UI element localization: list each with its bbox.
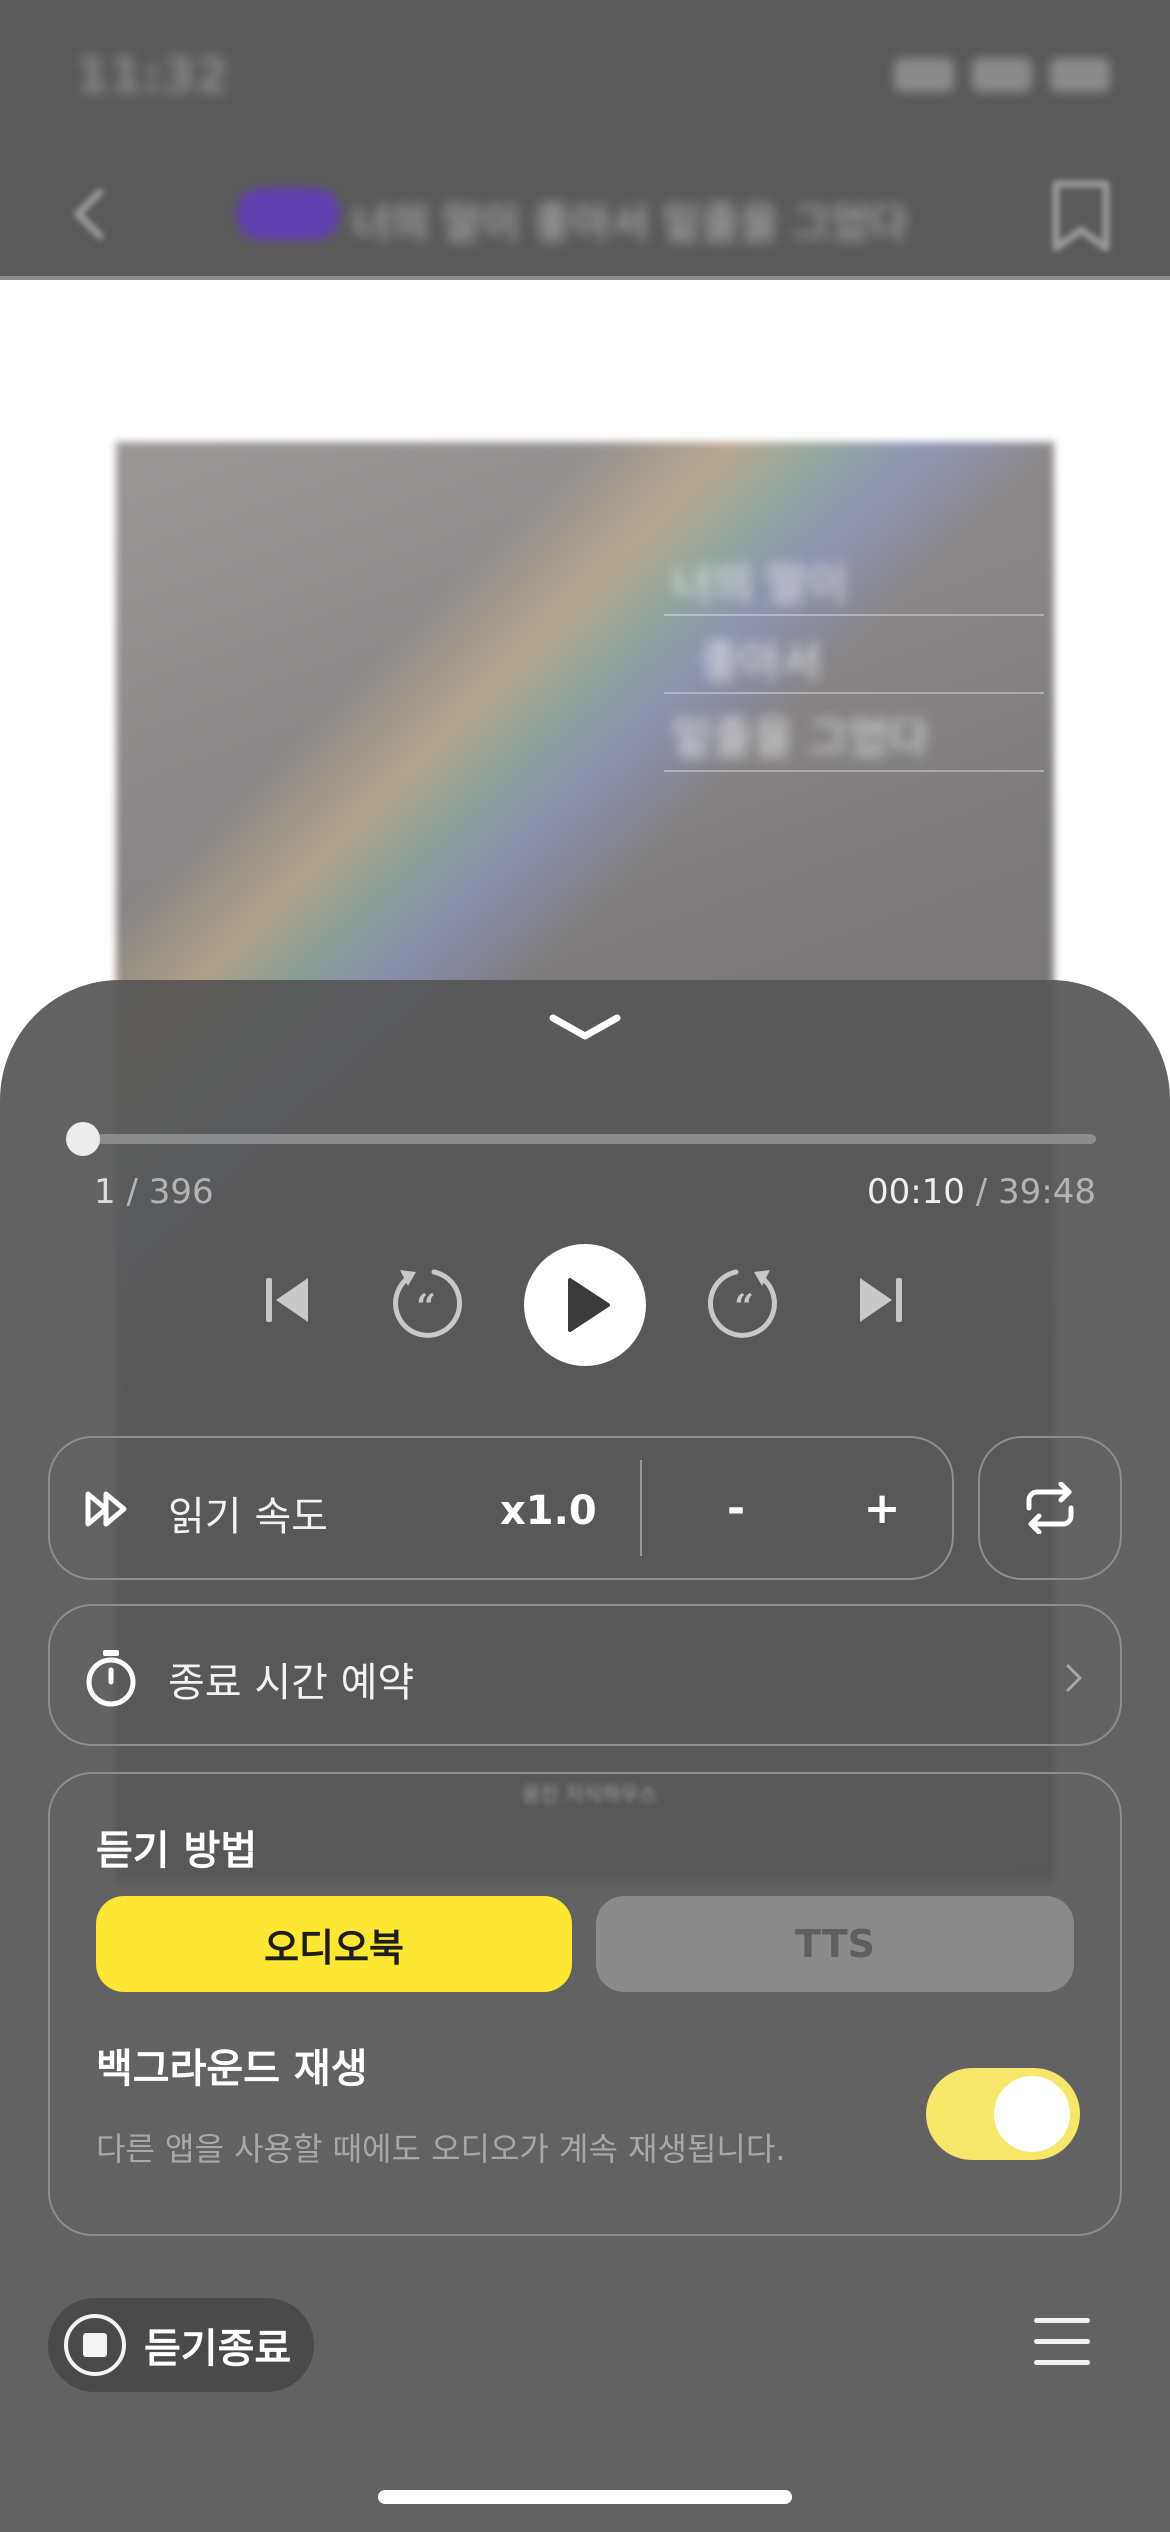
progress-thumb[interactable] (66, 1122, 100, 1156)
chevron-right-icon (1066, 1664, 1082, 1692)
repeat-icon (1026, 1482, 1074, 1534)
current-time: 00:10 (866, 1172, 965, 1212)
audiobook-option-button[interactable]: 오디오북 (96, 1896, 572, 1992)
skip-next-icon[interactable] (854, 1272, 906, 1328)
background-play-toggle[interactable] (926, 2068, 1080, 2160)
page-counter: 1 / 396 (94, 1172, 214, 1212)
background-play-title: 백그라운드 재생 (96, 2046, 368, 2092)
listen-method-title: 듣기 방법 (96, 1828, 258, 1874)
title-badge (236, 188, 340, 240)
wifi-icon (972, 58, 1032, 92)
cover-title-line: 좋아서 (700, 637, 822, 688)
total-time: 39:48 (998, 1172, 1096, 1212)
stop-icon (64, 2314, 126, 2376)
bookmark-icon[interactable] (1050, 178, 1112, 254)
time-counter: 00:10 / 39:48 (867, 1172, 1096, 1212)
speed-label: 읽기 속도 (168, 1494, 328, 1540)
tts-option-button[interactable]: TTS (596, 1896, 1074, 1992)
status-icons (894, 58, 1110, 92)
svg-text:“: “ (416, 1287, 436, 1327)
stopwatch-icon (86, 1650, 136, 1707)
total-pages: 396 (148, 1172, 214, 1212)
home-indicator (378, 2490, 792, 2504)
battery-icon (1050, 58, 1110, 92)
toggle-knob (994, 2076, 1070, 2152)
play-icon (568, 1278, 610, 1332)
speed-divider (640, 1460, 642, 1556)
repeat-button[interactable] (978, 1436, 1122, 1580)
rewind-icon[interactable]: “ (386, 1262, 466, 1342)
time-separator: / (975, 1172, 988, 1212)
current-page: 1 (94, 1172, 116, 1212)
signal-icon (894, 58, 954, 92)
menu-icon[interactable] (1034, 2318, 1090, 2370)
status-bar: 11:32 (0, 0, 1170, 150)
stop-listening-button[interactable]: 듣기종료 (48, 2298, 314, 2392)
play-button[interactable] (524, 1244, 646, 1366)
cover-rule (664, 692, 1044, 694)
stop-listening-label: 듣기종료 (144, 2326, 292, 2372)
cover-title-line: 밑줄을 그었다 (672, 713, 929, 764)
back-icon[interactable] (60, 184, 120, 244)
cover-rule (664, 614, 1044, 616)
sleep-timer-label: 종료 시간 예약 (168, 1660, 415, 1706)
speed-icon (85, 1491, 127, 1527)
status-time: 11:32 (76, 48, 229, 104)
progress-track[interactable] (82, 1134, 1096, 1144)
collapse-chevron-icon[interactable] (545, 1000, 625, 1060)
fast-forward-icon[interactable]: “ (704, 1262, 784, 1342)
cover-title-line: 너의 말이 (672, 559, 848, 610)
cover-rule (664, 770, 1044, 772)
page-separator: / (126, 1172, 138, 1212)
reader-nav-bar: 너의 말이 좋아서 밑줄을 그었다 (0, 150, 1170, 280)
speed-increase-button[interactable]: + (852, 1474, 912, 1544)
skip-previous-icon[interactable] (262, 1272, 314, 1328)
svg-text:“: “ (734, 1287, 754, 1327)
speed-value: x1.0 (500, 1488, 597, 1534)
speed-decrease-button[interactable]: - (706, 1474, 766, 1544)
book-title: 너의 말이 좋아서 밑줄을 그었다 (352, 199, 908, 248)
background-play-description: 다른 앱을 사용할 때에도 오디오가 계속 재생됩니다. (96, 2130, 786, 2168)
